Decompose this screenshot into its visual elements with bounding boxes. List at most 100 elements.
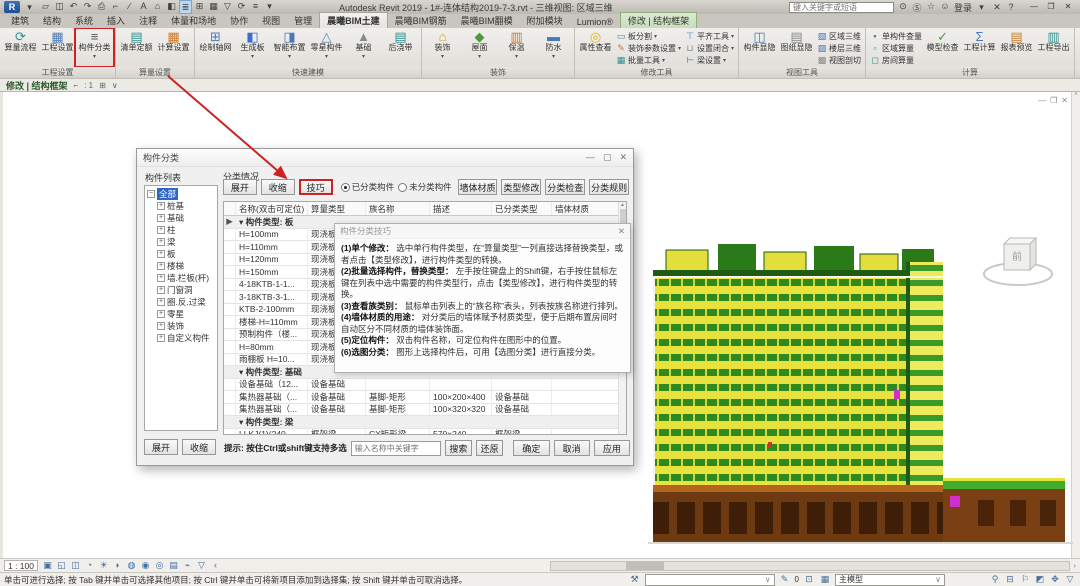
unclassified-radio[interactable]: 未分类构件 bbox=[398, 181, 452, 193]
cell[interactable]: 3-18KTB-3-1... bbox=[236, 291, 308, 303]
table-row[interactable]: 设备基础（12...设备基础 bbox=[224, 379, 626, 392]
close-button[interactable]: ✕ bbox=[1060, 1, 1076, 13]
expand-toggle-icon[interactable]: + bbox=[157, 262, 165, 270]
select-pinned-icon[interactable]: ⚐ bbox=[1019, 574, 1031, 585]
tab-建筑[interactable]: 建筑 bbox=[4, 13, 36, 28]
ribbon-button-平齐工具[interactable]: ⊤平齐工具▾ bbox=[683, 30, 736, 42]
signin-label[interactable]: 登录 bbox=[954, 1, 972, 14]
tab-Lumion®[interactable]: Lumion® bbox=[570, 16, 620, 28]
ribbon-button-基础[interactable]: ▲基础▾ bbox=[345, 29, 382, 66]
table-row[interactable]: LLKJ(1)(240...框架梁CX矩形梁570×240框架梁 bbox=[224, 429, 626, 436]
render-icon[interactable]: ◍ bbox=[125, 560, 138, 571]
ribbon-button-屋面[interactable]: ◆屋面▾ bbox=[461, 29, 498, 66]
cell[interactable]: 集热器基础（... bbox=[236, 404, 308, 416]
ribbon-button-算量流程[interactable]: ⟳算量流程 bbox=[2, 29, 39, 66]
thin-lines-icon[interactable]: ≣ bbox=[179, 0, 192, 14]
view-restore-icon[interactable]: ❐ bbox=[1050, 96, 1057, 105]
ribbon-button-清单定额[interactable]: ▤清单定额 bbox=[118, 29, 155, 66]
cell[interactable]: KTB-2-100mm bbox=[236, 304, 308, 316]
cell[interactable]: 雨棚板 H=10... bbox=[236, 354, 308, 366]
ribbon-button-板分割[interactable]: ▭板分割▾ bbox=[614, 30, 683, 42]
wall-material-button[interactable]: 墙体材质 bbox=[458, 179, 498, 195]
hide-elements-icon[interactable]: ◉ bbox=[139, 560, 152, 571]
more-icon[interactable]: ‹ bbox=[209, 560, 222, 571]
cell[interactable]: LLKJ(1)(240... bbox=[236, 429, 308, 436]
ribbon-button-区域三维[interactable]: ▧区域三维 bbox=[815, 30, 863, 42]
text-icon[interactable]: A bbox=[137, 0, 150, 14]
cell[interactable]: 设备基础 bbox=[492, 404, 552, 416]
classified-radio[interactable]: 已分类构件 bbox=[341, 181, 395, 193]
cancel-button[interactable]: 取消 bbox=[554, 440, 590, 456]
ribbon-button-视图剖切[interactable]: ▩视图剖切 bbox=[815, 54, 863, 66]
minimize-button[interactable]: — bbox=[1026, 1, 1042, 13]
ribbon-button-生成板[interactable]: ◧生成板▾ bbox=[234, 29, 271, 66]
exclude-options-icon[interactable]: ▦ bbox=[819, 574, 831, 585]
print-icon[interactable]: ⎙ bbox=[95, 0, 108, 14]
open-icon[interactable]: ▱ bbox=[39, 0, 52, 14]
worksets-icon[interactable]: ⚒ bbox=[629, 574, 641, 585]
tree-item-柱[interactable]: +柱 bbox=[157, 224, 217, 236]
cell[interactable]: 基脚-矩形 bbox=[366, 391, 430, 403]
collapse-button[interactable]: 收缩 bbox=[261, 179, 295, 195]
tab-晨曦BIM钢筋[interactable]: 晨曦BIM钢筋 bbox=[388, 13, 454, 28]
tips-popup[interactable]: 构件分类技巧 ✕ (1)单个修改： 选中单行构件类型，在“算量类型”一列直接选择… bbox=[334, 223, 631, 373]
cell[interactable]: 100×200×400 bbox=[430, 391, 492, 403]
measure-icon[interactable]: ⌐ bbox=[109, 0, 122, 14]
ribbon-button-装饰[interactable]: ⌂装饰▾ bbox=[424, 29, 461, 66]
expand-toggle-icon[interactable]: + bbox=[157, 310, 165, 318]
cell[interactable]: H=80mm bbox=[236, 341, 308, 353]
class-check-button[interactable]: 分类检查 bbox=[545, 179, 585, 195]
visual-style-icon[interactable]: ◔ bbox=[83, 560, 96, 571]
tab-插入[interactable]: 插入 bbox=[100, 13, 132, 28]
ribbon-button-绘制轴网[interactable]: ⊞绘制轴网 bbox=[197, 29, 234, 66]
tree-root-label[interactable]: 全部 bbox=[157, 188, 178, 200]
help-icon[interactable]: ? bbox=[1005, 2, 1017, 13]
expand-toggle-icon[interactable]: + bbox=[157, 334, 165, 342]
expand-toggle-icon[interactable]: + bbox=[157, 322, 165, 330]
drawing-canvas[interactable]: — ❐ ✕ ˄ bbox=[0, 92, 1080, 558]
restore-button[interactable]: ❐ bbox=[1043, 1, 1059, 13]
dialog-maximize-icon[interactable]: ▢ bbox=[603, 152, 612, 163]
activate-dimensions-icon[interactable]: ⌐ bbox=[74, 81, 79, 90]
cell[interactable]: 设备基础 bbox=[308, 404, 366, 416]
temporary-view-icon[interactable]: ▤ bbox=[167, 560, 180, 571]
select-links-icon[interactable]: ⚲ bbox=[989, 574, 1001, 585]
filter-count-icon[interactable]: ▽ bbox=[1064, 574, 1076, 585]
tree-item-桩基[interactable]: +桩基 bbox=[157, 200, 217, 212]
cell[interactable]: H=150mm bbox=[236, 266, 308, 278]
column-header-算量类型[interactable]: 算量类型 bbox=[308, 202, 366, 215]
detail-level-icon[interactable]: ◫ bbox=[69, 560, 82, 571]
cell[interactable]: 4-18KTB-1-1... bbox=[236, 279, 308, 291]
cell[interactable] bbox=[430, 379, 492, 391]
dialog-minimize-icon[interactable]: — bbox=[586, 152, 595, 163]
expand-toggle-icon[interactable]: + bbox=[157, 238, 165, 246]
redo-icon[interactable]: ↷ bbox=[81, 0, 94, 14]
cell[interactable]: 100×320×320 bbox=[430, 404, 492, 416]
workset-select[interactable]: ∨ bbox=[645, 574, 775, 586]
cell[interactable] bbox=[552, 391, 612, 403]
undo-icon[interactable]: ↶ bbox=[67, 0, 80, 14]
ribbon-button-智能布置[interactable]: ◨智能布置▾ bbox=[271, 29, 308, 66]
ribbon-button-设置闭合[interactable]: ⊔设置闭合▾ bbox=[683, 42, 736, 54]
tab-修改 | 结构框架[interactable]: 修改 | 结构框架 bbox=[620, 12, 697, 28]
tree-item-圈.反.过梁[interactable]: +圈.反.过梁 bbox=[157, 296, 217, 308]
shadows-icon[interactable]: ◗ bbox=[111, 560, 124, 571]
classified-radio-dot[interactable] bbox=[341, 183, 350, 192]
tab-体量和场地[interactable]: 体量和场地 bbox=[164, 13, 223, 28]
keyword-search-input[interactable] bbox=[351, 441, 441, 456]
component-tree[interactable]: −全部+桩基+基础+柱+梁+板+楼梯+墙.栏板(杆)+门窗洞+圈.反.过梁+零星… bbox=[144, 185, 218, 431]
reset-button[interactable]: 还原 bbox=[476, 440, 503, 456]
search-button[interactable]: 搜索 bbox=[445, 440, 472, 456]
tab-晨曦BIM土建[interactable]: 晨曦BIM土建 bbox=[319, 12, 388, 28]
cell[interactable] bbox=[552, 379, 612, 391]
cell[interactable]: 570×240 bbox=[430, 429, 492, 436]
filter-icon[interactable]: ▽ bbox=[221, 0, 234, 14]
section-icon[interactable]: ◧ bbox=[165, 0, 178, 14]
canvas-horizontal-scrollbar[interactable] bbox=[550, 561, 1070, 571]
menu-icon[interactable]: ≡ bbox=[249, 0, 262, 14]
ribbon-button-构件分类[interactable]: ≡构件分类▾ bbox=[76, 29, 113, 66]
tree-item-墙.栏板(杆)[interactable]: +墙.栏板(杆) bbox=[157, 272, 217, 284]
ribbon-button-工程导出[interactable]: ▥工程导出 bbox=[1035, 29, 1072, 66]
crop-view-icon[interactable]: ▣ bbox=[41, 560, 54, 571]
help-search-input[interactable] bbox=[789, 2, 894, 13]
